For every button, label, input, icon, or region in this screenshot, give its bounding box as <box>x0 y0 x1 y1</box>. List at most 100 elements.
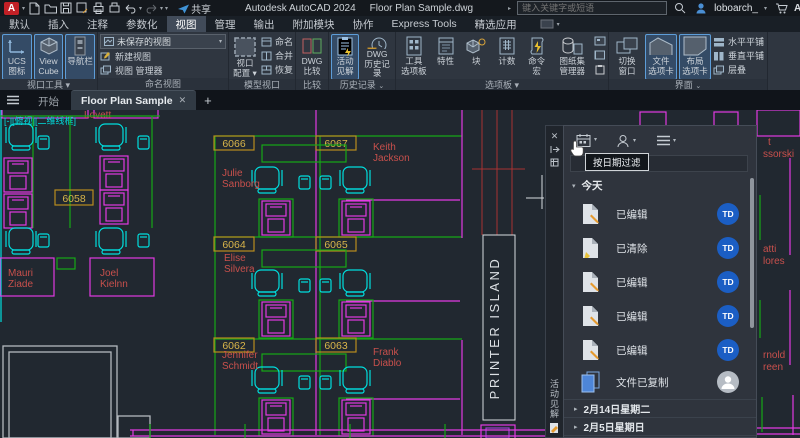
tab-parametric[interactable]: 参数化 <box>117 16 167 32</box>
tab-collaborate[interactable]: 协作 <box>344 16 383 32</box>
dwg-compare-button[interactable]: DWG比较 <box>298 34 326 80</box>
layout-tabs-button[interactable]: 布局选项卡 <box>679 34 711 80</box>
activity-item[interactable]: 已编辑 TD <box>564 198 757 230</box>
tab-manage[interactable]: 管理 <box>206 16 245 32</box>
collapse-caret-icon[interactable]: ▾ <box>572 182 576 190</box>
expand-caret-icon[interactable]: ▸ <box>574 423 578 431</box>
redo-caret-icon[interactable]: ▾ <box>160 5 163 12</box>
filter-by-user-button[interactable]: ▾ <box>617 134 636 148</box>
file-tabs-button[interactable]: 文件选项卡 <box>645 34 677 80</box>
help-icon-partial[interactable]: A <box>794 3 800 14</box>
logo-caret-icon[interactable]: ▾ <box>22 5 25 12</box>
search-scope-caret-icon[interactable]: ▸ <box>508 5 511 12</box>
activity-item[interactable]: 已清除 TD <box>564 232 757 264</box>
activity-insights-rail-icon[interactable] <box>549 422 560 434</box>
open-folder-icon[interactable] <box>42 1 58 15</box>
viewport-restore-button[interactable]: 恢复 <box>261 63 293 76</box>
viewcube-button[interactable]: ViewCube <box>34 34 64 80</box>
qat-customize-icon[interactable]: ▾ <box>165 5 168 12</box>
ribbon-display-toggle[interactable]: ▾ <box>540 16 561 32</box>
new-view-button[interactable]: 新建视图 <box>100 50 226 63</box>
cascade-button[interactable]: 层叠 <box>713 63 764 76</box>
cart-icon[interactable] <box>773 1 789 15</box>
tab-annotate[interactable]: 注释 <box>78 16 117 32</box>
tooltip: 按日期过滤 <box>585 153 649 171</box>
share-icon[interactable] <box>175 1 191 15</box>
expand-caret-icon[interactable]: ▸ <box>574 405 578 413</box>
save-icon[interactable] <box>58 1 74 15</box>
file-tab-menu-icon[interactable] <box>0 90 26 110</box>
tab-insert[interactable]: 插入 <box>39 16 78 32</box>
tile-horizontally-button[interactable]: 水平平铺 <box>713 35 764 48</box>
switch-windows-button[interactable]: 切换窗口 <box>611 34 643 80</box>
tab-view[interactable]: 视图 <box>167 16 206 32</box>
count-button[interactable]: 计数 <box>493 34 521 80</box>
view-manager-button[interactable]: 视图 管理器 <box>100 64 226 77</box>
viewport-config-button[interactable]: 视口配置 ▾ <box>231 34 259 80</box>
tab-default[interactable]: 默认 <box>0 16 39 32</box>
viewport-named-button[interactable]: 命名 <box>261 35 293 48</box>
new-file-icon[interactable] <box>26 1 42 15</box>
plot-icon[interactable] <box>90 1 106 15</box>
activity-item[interactable]: 已编辑 TD <box>564 266 757 298</box>
undo-icon[interactable] <box>122 1 138 15</box>
date-group[interactable]: ▸ 2月14日星期二 <box>564 399 757 417</box>
sheet-set-manager-button[interactable]: 图纸集管理器 <box>552 34 592 80</box>
group-label-compare[interactable]: 比较 <box>296 79 328 90</box>
palette-extra-icon-1[interactable] <box>594 35 606 48</box>
properties-icon[interactable] <box>550 156 559 169</box>
date-group[interactable]: ▸ 2月5日星期日 <box>564 417 757 435</box>
print-icon[interactable] <box>106 1 122 15</box>
panel-rail-title: 活动见解 <box>548 379 561 419</box>
save-as-icon[interactable] <box>74 1 90 15</box>
user-avatar-icon[interactable] <box>693 1 709 15</box>
palette-extra-icon-3[interactable] <box>594 63 606 76</box>
filter-by-type-button[interactable]: ▾ <box>656 134 676 147</box>
close-tab-icon[interactable]: ✕ <box>179 95 187 106</box>
named-view-dropdown[interactable]: 未保存的视图▾ <box>100 34 226 49</box>
user-name[interactable]: loboarch_ <box>714 3 758 14</box>
tab-featured-apps[interactable]: 精选应用 <box>466 16 526 32</box>
group-viewport-tools: UCS图标 ViewCube 导航栏 视口工具 ▾ <box>0 32 98 90</box>
ucs-icon-button[interactable]: UCS图标 <box>2 34 32 80</box>
undo-caret-icon[interactable]: ▾ <box>139 5 142 12</box>
group-label-model-viewports[interactable]: 模型视口 <box>229 79 295 90</box>
svg-text:Ziade: Ziade <box>8 279 33 290</box>
group-label-palettes[interactable]: 选项板 ▾ <box>396 79 608 90</box>
new-tab-icon[interactable]: + <box>204 90 212 110</box>
properties-button[interactable]: 特性 <box>432 34 460 80</box>
activity-insights-button[interactable]: 活动见解 <box>331 34 359 80</box>
blocks-button[interactable]: 块 <box>461 34 491 80</box>
group-history: 活动见解 DWG历史记录 历史记录 ⌄ <box>329 32 396 90</box>
tab-addins[interactable]: 附加模块 <box>284 16 344 32</box>
tool-palettes-button[interactable]: 工具选项板 <box>398 34 430 80</box>
activity-item[interactable]: 已编辑 TD <box>564 334 757 366</box>
navigation-bar-button[interactable]: 导航栏 <box>65 34 95 80</box>
redo-icon[interactable] <box>143 1 159 15</box>
tab-output[interactable]: 输出 <box>245 16 284 32</box>
auto-hide-icon[interactable] <box>550 143 560 156</box>
palette-extra-icon-2[interactable] <box>594 49 606 62</box>
panel-scrollbar[interactable] <box>750 178 754 328</box>
document-tab[interactable]: Floor Plan Sample ✕ <box>71 90 196 110</box>
close-icon[interactable]: ✕ <box>551 130 559 143</box>
user-menu-caret-icon[interactable]: ▾ <box>764 5 767 12</box>
tile-vertically-button[interactable]: 垂直平铺 <box>713 49 764 62</box>
dwg-history-button[interactable]: DWG历史记录 <box>361 34 393 80</box>
search-icon[interactable] <box>672 1 688 15</box>
activity-item[interactable]: 已编辑 TD <box>564 300 757 332</box>
autocad-logo-icon[interactable]: A <box>4 2 19 15</box>
section-today[interactable]: ▾ 今天 <box>572 178 603 193</box>
viewport-join-button[interactable]: 合并 <box>261 49 293 62</box>
palette-extra-icons <box>594 34 606 76</box>
start-tab[interactable]: 开始 <box>26 92 71 110</box>
search-input[interactable] <box>517 1 667 15</box>
activity-item[interactable]: 文件已复制 <box>564 366 757 398</box>
command-macros-button[interactable]: 命令宏 <box>523 34 551 80</box>
group-label-history[interactable]: 历史记录 ⌄ <box>329 79 395 90</box>
group-label-named-views[interactable]: 命名视图 <box>98 78 228 90</box>
group-label-interface[interactable]: 界面 ⌄ <box>609 79 767 90</box>
share-label[interactable]: 共享 <box>191 1 211 16</box>
group-label-viewport-tools[interactable]: 视口工具 ▾ <box>0 79 97 90</box>
tab-express-tools[interactable]: Express Tools <box>383 16 466 32</box>
